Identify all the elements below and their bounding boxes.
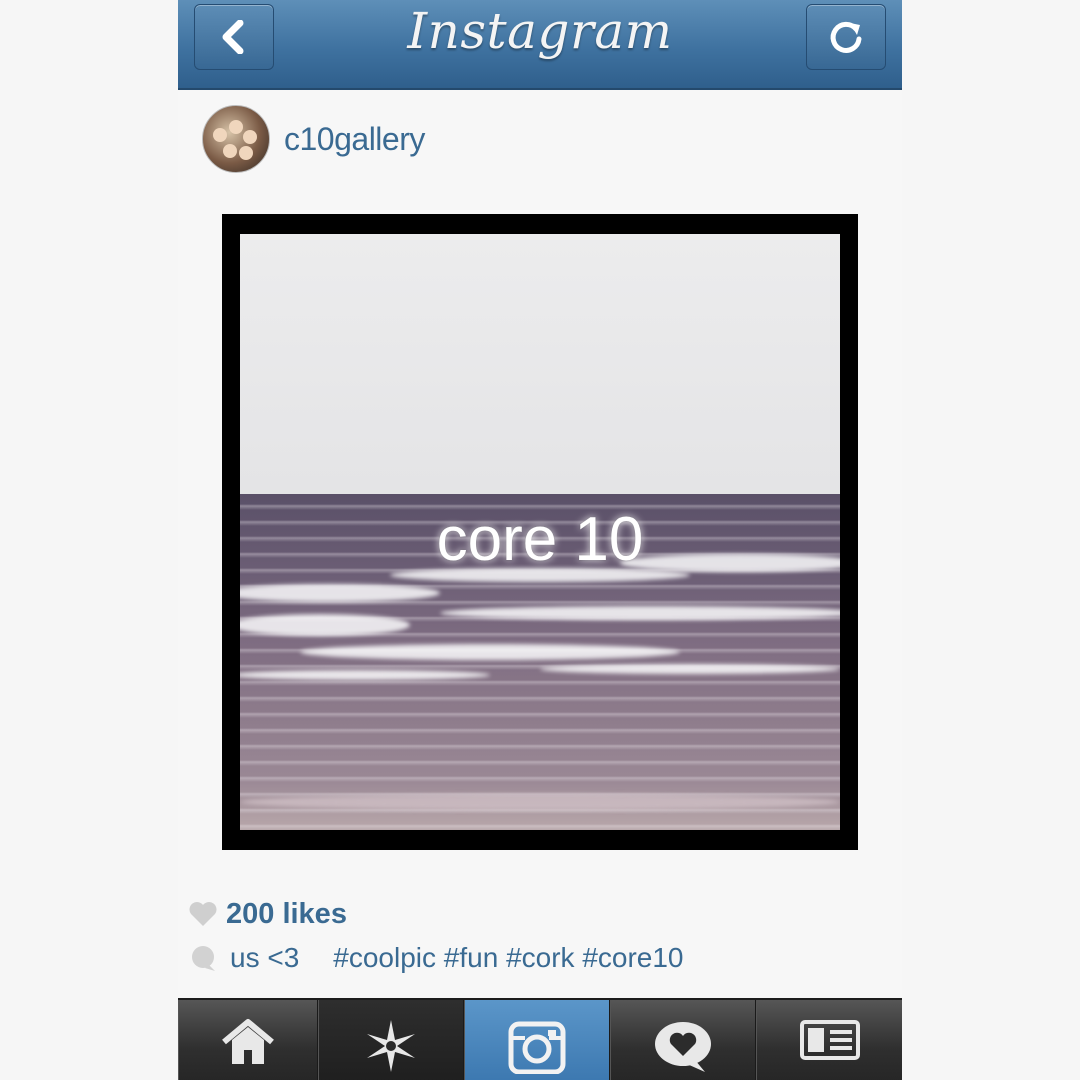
caption-hashtags[interactable]: #coolpic #fun #cork #core10: [333, 942, 683, 974]
post-photo[interactable]: core 10: [240, 234, 840, 830]
camera-icon: [508, 1021, 566, 1074]
refresh-icon: [830, 21, 862, 53]
tab-home[interactable]: [178, 1000, 318, 1080]
photo-overlay-text: core 10: [436, 505, 644, 574]
avatar[interactable]: [202, 105, 270, 173]
tab-explore[interactable]: [318, 1000, 464, 1080]
refresh-button[interactable]: [806, 4, 886, 70]
photo-sky: [240, 234, 840, 494]
instagram-app-screen: Instagram c10gallery core 10 200 likes u…: [178, 0, 902, 1080]
app-title-logo: Instagram: [407, 2, 673, 60]
comment-bubble-icon: [188, 943, 218, 973]
explore-star-icon: [367, 1020, 415, 1072]
heart-icon: [188, 899, 218, 929]
likes-row[interactable]: 200 likes: [188, 896, 347, 932]
activity-heart-bubble-icon: [655, 1022, 711, 1072]
likes-count[interactable]: 200 likes: [226, 898, 347, 931]
tab-profile[interactable]: [756, 1000, 902, 1080]
home-icon: [222, 1019, 274, 1064]
profile-card-icon: [799, 1020, 860, 1060]
post-author[interactable]: c10gallery: [202, 105, 425, 173]
top-navigation-bar: Instagram: [178, 0, 902, 90]
username-link[interactable]: c10gallery: [284, 121, 425, 158]
tab-activity[interactable]: [610, 1000, 756, 1080]
post-photo-frame[interactable]: core 10: [222, 214, 858, 850]
tab-camera[interactable]: [464, 1000, 610, 1080]
caption-row: us <3 #coolpic #fun #cork #core10: [188, 938, 684, 978]
bottom-tab-bar: [178, 998, 902, 1080]
caption-text: us <3: [230, 942, 300, 973]
